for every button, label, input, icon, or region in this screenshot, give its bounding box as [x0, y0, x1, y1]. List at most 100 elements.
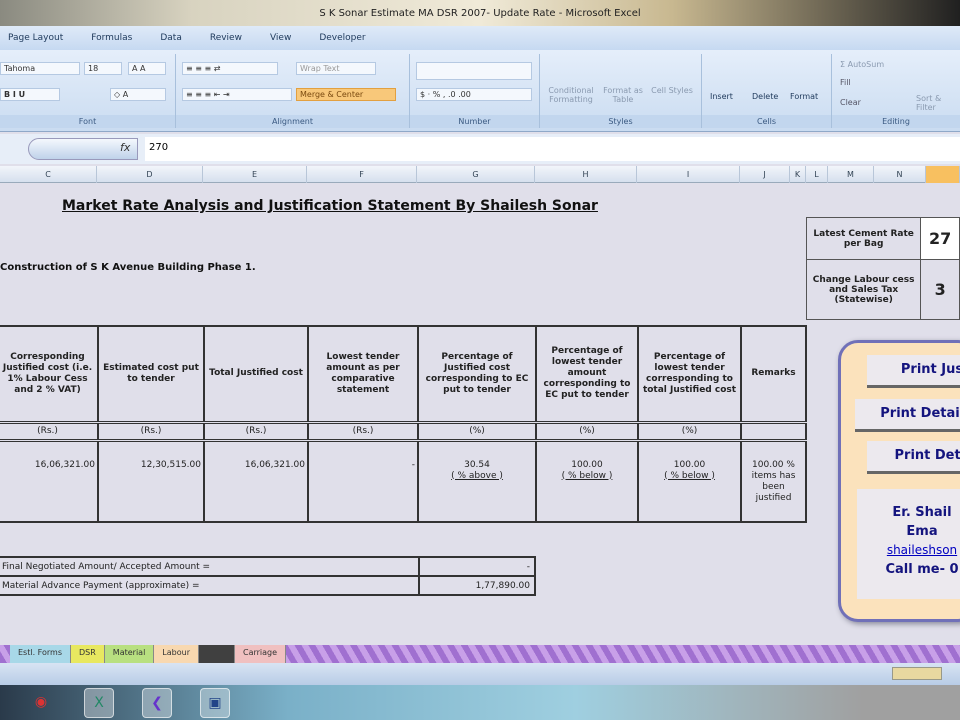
summary-label[interactable]: Final Negotiated Amount/ Accepted Amount… [0, 556, 420, 577]
sheet-tab-estl-forms[interactable]: Estl. Forms [10, 645, 71, 663]
fx-icon[interactable]: fx [120, 141, 130, 154]
font-size-select[interactable]: 18 [84, 62, 122, 75]
number-format-buttons[interactable]: $ · % , .0 .00 [416, 88, 532, 101]
cement-rate-value[interactable]: 27 [920, 217, 960, 260]
print-justification-button[interactable]: Print Jus [867, 355, 960, 388]
summary-value[interactable]: 1,77,890.00 [418, 575, 536, 596]
conditional-formatting-button[interactable]: Conditional Formatting [546, 86, 596, 104]
pct-lowest-ec-cell[interactable]: 100.00( % below ) [535, 439, 639, 523]
merge-center-button[interactable]: Merge & Center [296, 88, 396, 101]
column-headers: C D E F G H I J K L M N [0, 166, 960, 183]
format-as-table-button[interactable]: Format as Table [600, 86, 646, 104]
print-detail-2-button[interactable]: Print Deta [867, 441, 960, 474]
unit-cell[interactable]: (%) [417, 420, 537, 442]
tab-data[interactable]: Data [160, 33, 182, 43]
justified-cost-cell[interactable]: 16,06,321.00 [0, 439, 99, 523]
font-name-select[interactable]: Tahoma [0, 62, 80, 75]
unit-cell[interactable]: (%) [637, 420, 742, 442]
number-group: $ · % , .0 .00 Number [410, 54, 540, 128]
horizontal-align-buttons[interactable]: ≡ ≡ ≡ ⇤ ⇥ [182, 88, 292, 101]
rate-inputs: Latest Cement Rate per Bag 27 Change Labo… [805, 217, 960, 320]
unit-cell[interactable]: (%) [535, 420, 639, 442]
header-cell: Total Justified cost [203, 325, 309, 423]
vertical-align-buttons[interactable]: ≡ ≡ ≡ ⇄ [182, 62, 278, 75]
tab-developer[interactable]: Developer [319, 33, 365, 43]
summary-label[interactable]: Material Advance Payment (approximate) = [0, 575, 420, 596]
contact-card: Er. Shail Ema shaileshson Call me- 0 [857, 489, 960, 599]
sheet-tab-carriage[interactable]: Carriage [235, 645, 287, 663]
email-link[interactable]: shaileshson [857, 541, 960, 560]
lowest-tender-cell[interactable]: - [307, 439, 419, 523]
tab-review[interactable]: Review [210, 33, 242, 43]
delete-button[interactable]: Delete [752, 92, 778, 101]
print-detail-button[interactable]: Print Detai [855, 399, 960, 432]
view-buttons[interactable] [892, 667, 942, 680]
estimated-cost-cell[interactable]: 12,30,515.00 [97, 439, 205, 523]
insert-button[interactable]: Insert [710, 92, 733, 101]
autosum-button[interactable]: Σ AutoSum [840, 60, 884, 69]
tab-view[interactable]: View [270, 33, 291, 43]
format-button[interactable]: Format [790, 92, 818, 101]
unit-cell[interactable]: (Rs.) [97, 420, 205, 442]
tab-formulas[interactable]: Formulas [91, 33, 132, 43]
column-header[interactable]: E [203, 166, 307, 183]
clear-button[interactable]: Clear [840, 98, 861, 107]
pct-justified-cell[interactable]: 30.54( % above ) [417, 439, 537, 523]
formula-input[interactable]: 270 [145, 137, 960, 161]
column-header[interactable]: I [637, 166, 740, 183]
header-cell: Estimated cost put to tender [97, 325, 205, 423]
screen-recorder-icon[interactable]: ▣ [200, 688, 230, 718]
wrap-text-button[interactable]: Wrap Text [296, 62, 376, 75]
summary-value[interactable]: - [418, 556, 536, 577]
chrome-icon[interactable]: ◉ [26, 688, 56, 718]
column-header-selected[interactable] [926, 166, 960, 183]
fill-button[interactable]: Fill [840, 78, 851, 87]
app-icon[interactable]: ❮ [142, 688, 172, 718]
excel-icon[interactable]: X [84, 688, 114, 718]
unit-cell[interactable]: (Rs.) [307, 420, 419, 442]
column-header[interactable]: D [97, 166, 203, 183]
column-header[interactable]: M [828, 166, 874, 183]
cells-group-label: Cells [702, 115, 831, 128]
pct-note: ( % below ) [561, 470, 613, 481]
column-header[interactable]: L [806, 166, 828, 183]
column-header[interactable]: C [0, 166, 97, 183]
unit-cell[interactable]: (Rs.) [203, 420, 309, 442]
remarks-cell[interactable]: 100.00 % items has been justified [740, 439, 807, 523]
sheet-tab-labour[interactable]: Labour [154, 645, 199, 663]
justification-table: Corresponding Justified cost (i.e. 1% La… [0, 325, 807, 523]
cell-styles-button[interactable]: Cell Styles [650, 86, 694, 95]
summary-table: Final Negotiated Amount/ Accepted Amount… [0, 556, 536, 596]
column-header[interactable]: J [740, 166, 790, 183]
labour-cess-value[interactable]: 3 [920, 259, 960, 320]
alignment-group-label: Alignment [176, 115, 409, 128]
styles-group-label: Styles [540, 115, 701, 128]
column-header[interactable]: F [307, 166, 417, 183]
fill-color-button[interactable]: ◇ A [110, 88, 166, 101]
status-bar [0, 663, 960, 685]
column-header[interactable]: K [790, 166, 806, 183]
sheet-tab-dark[interactable] [199, 645, 235, 663]
column-header[interactable]: H [535, 166, 637, 183]
sheet-tab-material[interactable]: Material [104, 645, 155, 663]
column-header[interactable]: G [417, 166, 535, 183]
sheet-tabs: Estl. Forms DSR Material Labour Carriage [0, 645, 960, 663]
header-cell: Percentage of Justified cost correspondi… [417, 325, 537, 423]
pct-lowest-total-cell[interactable]: 100.00( % below ) [637, 439, 742, 523]
unit-cell[interactable]: (Rs.) [0, 420, 99, 442]
contact-name: Er. Shail [892, 505, 952, 520]
sort-filter-button[interactable]: Sort & Filter [916, 94, 946, 112]
email-label: Ema [906, 524, 938, 539]
sheet-tab-dsr[interactable]: DSR [71, 645, 105, 663]
phone-text: Call me- 0 [885, 562, 959, 577]
column-header[interactable]: N [874, 166, 926, 183]
pct-value: 30.54 [464, 459, 490, 470]
grow-font-button[interactable]: A A [128, 62, 166, 75]
alignment-group: ≡ ≡ ≡ ⇄ Wrap Text ≡ ≡ ≡ ⇤ ⇥ Merge & Cent… [176, 54, 410, 128]
number-format-select[interactable] [416, 62, 532, 80]
unit-cell[interactable] [740, 420, 807, 442]
styles-group: Conditional Formatting Format as Table C… [540, 54, 702, 128]
tab-page-layout[interactable]: Page Layout [8, 33, 63, 43]
total-justified-cell[interactable]: 16,06,321.00 [203, 439, 309, 523]
bold-italic-underline[interactable]: B I U [0, 88, 60, 101]
